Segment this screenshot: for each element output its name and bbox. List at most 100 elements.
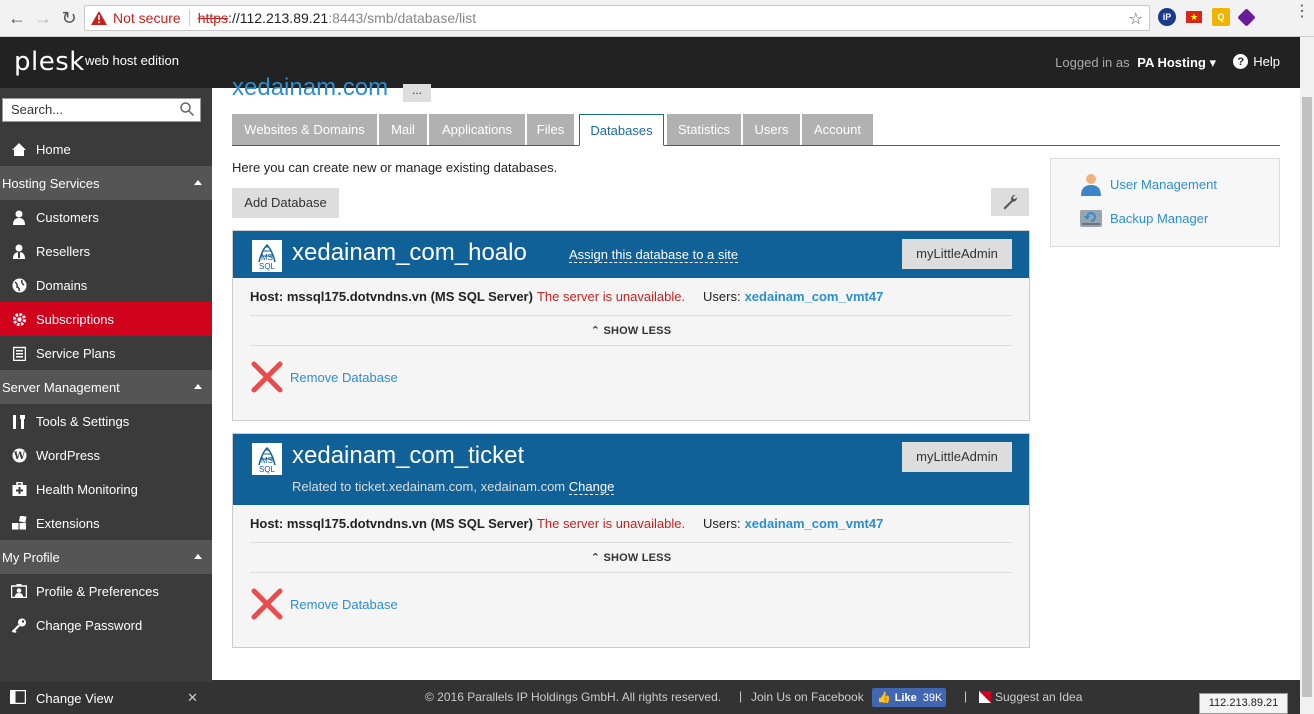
add-database-button[interactable]: Add Database	[232, 188, 339, 218]
tab-mail[interactable]: Mail	[379, 114, 427, 145]
chevron-up-icon	[194, 180, 202, 185]
globe-icon	[10, 277, 28, 293]
sidebar-group-server[interactable]: Server Management	[0, 370, 212, 404]
ip-extension-icon[interactable]: iP	[1158, 8, 1176, 26]
warning-icon	[91, 11, 107, 25]
sidebar-item-label: Profile & Preferences	[36, 583, 159, 599]
person-icon	[10, 209, 28, 225]
main-content: xedainam.com ... Websites & Domains Mail…	[212, 74, 1300, 680]
like-count: 39K	[922, 691, 943, 704]
mylittleadmin-button[interactable]: myLittleAdmin	[902, 239, 1012, 269]
more-actions-button[interactable]: ...	[403, 84, 431, 102]
facebook-link[interactable]: Join Us on Facebook	[751, 690, 864, 704]
address-bar[interactable]: Not secure https://112.213.89.21:8443/sm…	[84, 5, 1150, 31]
tab-users[interactable]: Users	[743, 114, 800, 145]
reload-button[interactable]: ↻	[58, 7, 80, 29]
user-name: PA Hosting	[1137, 55, 1206, 70]
mssql-label: MS SQL	[258, 253, 275, 271]
flag-extension-icon[interactable]: ★	[1186, 11, 1202, 23]
copyright-text: © 2016 Parallels IP Holdings GmbH. All r…	[425, 690, 722, 704]
sidebar-item-tools[interactable]: Tools & Settings	[0, 404, 212, 438]
facebook-like-button[interactable]: 👍 Like 39K	[872, 688, 946, 707]
forward-button[interactable]: →	[32, 7, 54, 29]
suggest-idea-link[interactable]: Suggest an Idea	[979, 690, 1082, 704]
divider	[250, 345, 1012, 346]
user-menu[interactable]: PA Hosting ▾	[1137, 55, 1216, 70]
database-user-link[interactable]: xedainam_com_vmt47	[745, 516, 884, 531]
sidebar-item-label: Customers	[36, 209, 99, 225]
tab-account[interactable]: Account	[802, 114, 873, 145]
related-text: Related to ticket.xedainam.com, xedainam…	[292, 479, 566, 494]
help-menu[interactable]: ? Help	[1233, 54, 1280, 69]
sidebar-item-health[interactable]: Health Monitoring	[0, 472, 212, 506]
user-management-link[interactable]: User Management	[1079, 172, 1217, 196]
sidebar-item-service-plans[interactable]: Service Plans	[0, 336, 212, 370]
divider	[250, 572, 1012, 573]
footer-separator: |	[739, 689, 743, 703]
sidebar-item-profile[interactable]: Profile & Preferences	[0, 574, 212, 608]
database-user-link[interactable]: xedainam_com_vmt47	[745, 289, 884, 304]
backup-manager-label: Backup Manager	[1110, 210, 1209, 226]
remove-database-label: Remove Database	[290, 369, 398, 385]
sidebar-item-change-password[interactable]: Change Password	[0, 608, 212, 642]
bookmark-star-icon[interactable]: ☆	[1129, 9, 1143, 29]
mssql-icon: MS SQL	[251, 442, 283, 476]
gem-extension-icon[interactable]	[1237, 8, 1256, 27]
extensions-icon	[10, 515, 28, 531]
tab-websites-domains[interactable]: Websites & Domains	[232, 114, 377, 145]
close-icon[interactable]: ✕	[187, 690, 198, 706]
host-text: Host: mssql175.dotvndns.vn (MS SQL Serve…	[250, 516, 533, 531]
sidebar-item-label: Domains	[36, 277, 88, 293]
sidebar-group-label: Hosting Services	[2, 175, 100, 191]
sidebar-item-label: Health Monitoring	[36, 481, 138, 497]
sidebar-item-resellers[interactable]: Resellers	[0, 234, 212, 268]
change-link[interactable]: Change	[568, 479, 615, 495]
sidebar-group-label: Server Management	[2, 379, 120, 395]
settings-button[interactable]	[991, 188, 1029, 216]
url-path: :8443/smb/database/list	[328, 10, 477, 26]
host-info: Host: mssql175.dotvndns.vn (MS SQL Serve…	[250, 516, 685, 531]
page-title[interactable]: xedainam.com	[232, 74, 388, 102]
sidebar-item-subscriptions[interactable]: Subscriptions	[0, 302, 212, 336]
assign-database-link[interactable]: Assign this database to a site	[569, 247, 739, 263]
plesk-logo[interactable]: plesk	[14, 47, 85, 77]
search-input[interactable]: Search...	[2, 98, 201, 122]
backup-manager-link[interactable]: Backup Manager	[1079, 206, 1208, 230]
remove-database-button[interactable]: Remove Database	[250, 587, 398, 621]
profile-card-icon	[10, 583, 28, 599]
show-less-toggle[interactable]: ⌃ SHOW LESS	[233, 324, 1029, 337]
sidebar-item-domains[interactable]: Domains	[0, 268, 212, 302]
sidebar-group-profile[interactable]: My Profile	[0, 540, 212, 574]
help-label: Help	[1253, 54, 1280, 69]
not-secure-label[interactable]: Not secure	[113, 10, 181, 26]
tab-applications[interactable]: Applications	[429, 114, 525, 145]
back-button[interactable]: ←	[6, 7, 28, 29]
tab-statistics[interactable]: Statistics	[667, 114, 741, 145]
screenshot-extension-icon[interactable]: Q	[1212, 8, 1230, 26]
sidebar-item-extensions[interactable]: Extensions	[0, 506, 212, 540]
tools-icon	[10, 413, 28, 429]
remove-database-button[interactable]: Remove Database	[250, 360, 398, 394]
mylittleadmin-button[interactable]: myLittleAdmin	[902, 442, 1012, 472]
page-scrollbar[interactable]	[1300, 37, 1314, 714]
sidebar-item-label: Tools & Settings	[36, 413, 130, 429]
scrollbar-thumb[interactable]	[1302, 97, 1312, 697]
sidebar-item-label: Service Plans	[36, 345, 116, 361]
wordpress-icon: W	[10, 447, 28, 463]
sidebar-item-customers[interactable]: Customers	[0, 200, 212, 234]
sidebar-item-wordpress[interactable]: W WordPress	[0, 438, 212, 472]
browser-menu-icon[interactable]: ⋮	[1294, 4, 1310, 20]
plesk-header: plesk web host edition Logged in as PA H…	[0, 37, 1300, 88]
change-view-label: Change View	[36, 690, 114, 706]
tab-files[interactable]: Files	[527, 114, 574, 145]
show-less-toggle[interactable]: ⌃ SHOW LESS	[233, 551, 1029, 564]
database-name[interactable]: xedainam_com_hoalo	[292, 239, 527, 267]
database-name[interactable]: xedainam_com_ticket	[292, 442, 524, 470]
sidebar-group-hosting[interactable]: Hosting Services	[0, 166, 212, 200]
sidebar-item-home[interactable]: Home	[0, 132, 212, 166]
tab-databases[interactable]: Databases	[579, 114, 664, 146]
change-view-button[interactable]: Change View ✕	[0, 682, 212, 714]
server-error: The server is unavailable.	[536, 516, 686, 531]
mssql-icon: MS SQL	[251, 239, 283, 273]
search-icon[interactable]	[180, 102, 194, 116]
